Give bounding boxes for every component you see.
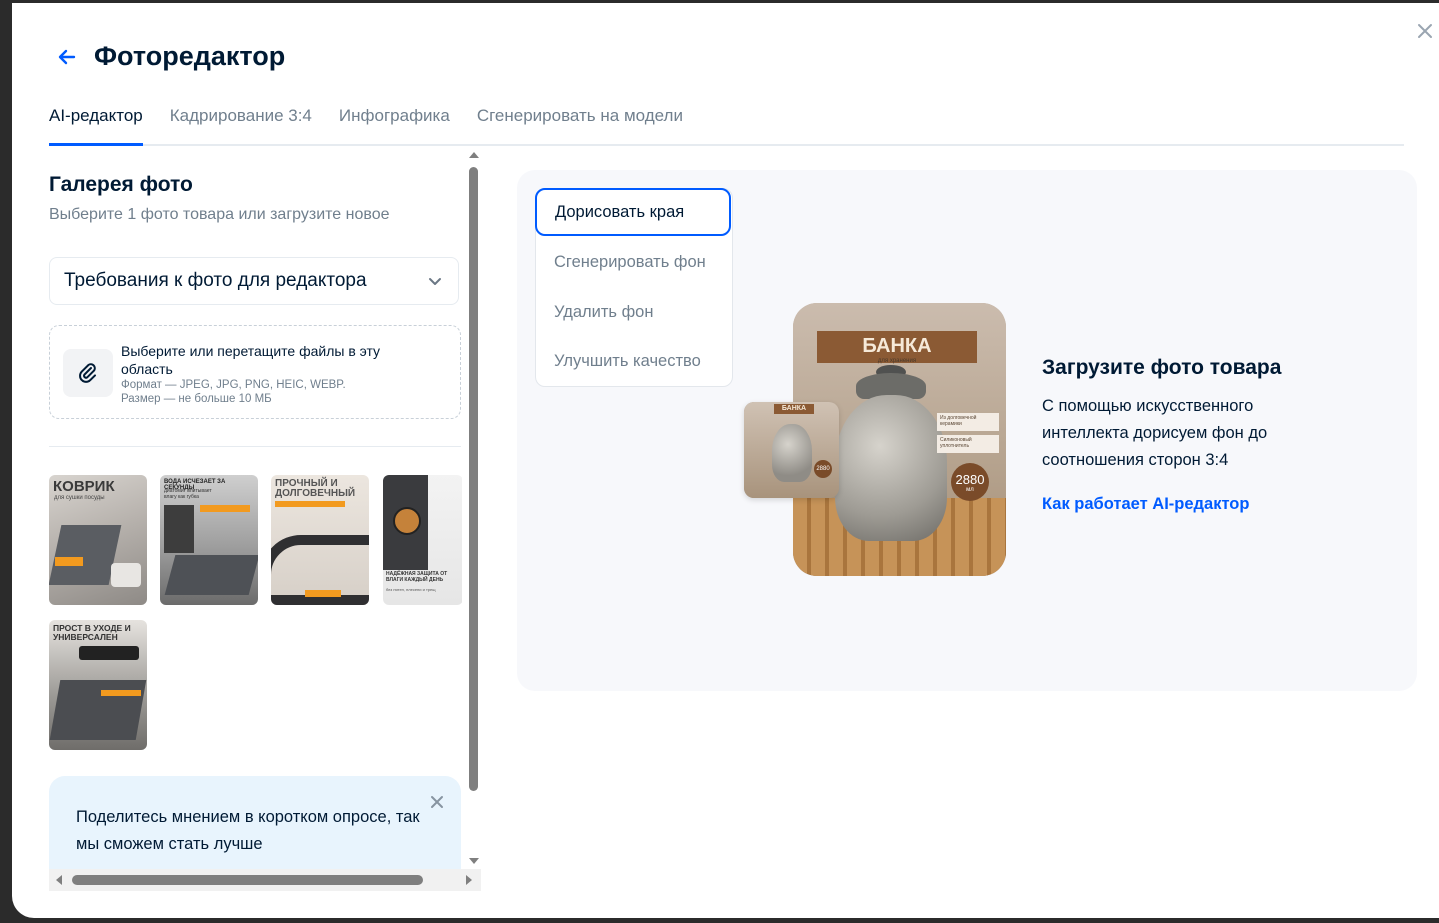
badge-value: 2880 bbox=[955, 472, 985, 487]
gallery-thumbnail[interactable]: ПРОСТ В УХОДЕ И УНИВЕРСАЛЕН bbox=[49, 620, 147, 750]
hand-image bbox=[111, 563, 141, 587]
tab-ai-editor[interactable]: AI-редактор bbox=[49, 104, 143, 146]
volume-badge: 2880 мл bbox=[951, 463, 989, 501]
survey-text: Поделитесь мнением в коротком опросе, та… bbox=[76, 808, 420, 853]
paperclip-icon bbox=[79, 363, 96, 383]
appliance-image bbox=[164, 505, 194, 553]
cup-image bbox=[393, 507, 421, 535]
thumbnail-badge bbox=[55, 557, 83, 566]
thumbnail-badge bbox=[305, 590, 341, 597]
gallery-title: Галерея фото bbox=[49, 173, 193, 196]
upload-icon-box bbox=[63, 349, 113, 397]
tab-infographics[interactable]: Инфографика bbox=[339, 104, 450, 142]
editor-tabs: AI-редактор Кадрирование 3:4 Инфографика… bbox=[49, 104, 1404, 146]
close-icon[interactable] bbox=[1415, 21, 1435, 41]
thumbnail-badge bbox=[101, 690, 141, 696]
thumbnail-badge bbox=[275, 501, 345, 507]
back-arrow-icon[interactable] bbox=[56, 46, 78, 68]
edit-mode-menu: Дорисовать края Сгенерировать фон Удалит… bbox=[535, 188, 733, 387]
tab-generate-on-model[interactable]: Сгенерировать на модели bbox=[477, 104, 683, 142]
scroll-right-icon[interactable] bbox=[463, 869, 475, 891]
drop-zone-hint: Формат — JPEG, JPG, PNG, HEIC, WEBP. Раз… bbox=[121, 378, 346, 406]
product-title: БАНКА bbox=[774, 404, 814, 414]
vertical-scrollbar[interactable] bbox=[466, 149, 482, 867]
appliance-image bbox=[79, 646, 139, 660]
upload-info-title: Загрузите фото товара bbox=[1042, 356, 1282, 379]
feature-label: Из долговечной керамики bbox=[937, 413, 999, 431]
thumbnail-subcaption: для сушки посуды bbox=[54, 495, 105, 501]
thumbnail-subcaption: без пятен, плесени и трещ bbox=[386, 587, 436, 592]
file-drop-zone[interactable]: Выберите или перетащите файлы в эту обла… bbox=[49, 325, 461, 419]
scroll-up-icon[interactable] bbox=[466, 149, 482, 161]
badge-value: 2880 bbox=[814, 460, 832, 478]
gallery-panel: Галерея фото Выберите 1 фото товара или … bbox=[49, 155, 462, 890]
mat-image bbox=[164, 555, 258, 595]
thumbnail-subcaption: диатомит впитывает влагу как губка bbox=[164, 488, 212, 500]
photo-editor-modal: Фоторедактор AI-редактор Кадрирование 3:… bbox=[12, 3, 1439, 918]
thumbnail-caption: НАДЁЖНАЯ ЗАЩИТА ОТ ВЛАГИ КАЖДЫЙ ДЕНЬ bbox=[386, 571, 448, 583]
gallery-thumbnail[interactable]: КОВРИК для сушки посуды bbox=[49, 475, 147, 605]
jar-body bbox=[772, 424, 812, 482]
format-hint: Формат — JPEG, JPG, PNG, HEIC, WEBP. bbox=[121, 379, 346, 391]
scroll-left-icon[interactable] bbox=[53, 869, 65, 891]
badge-unit: мл bbox=[966, 487, 974, 493]
thumbnail-caption: ПРОСТ В УХОДЕ И УНИВЕРСАЛЕН bbox=[53, 623, 131, 642]
example-source-image: БАНКА 2880 bbox=[744, 402, 839, 498]
drop-zone-text: Выберите или перетащите файлы в эту обла… bbox=[121, 343, 381, 377]
tab-crop[interactable]: Кадрирование 3:4 bbox=[170, 104, 312, 142]
editor-panel: Дорисовать края Сгенерировать фон Удалит… bbox=[517, 170, 1417, 691]
thumbnail-badge bbox=[200, 505, 250, 512]
feature-label: Силиконовый уплотнитель bbox=[937, 435, 999, 453]
mode-improve-quality[interactable]: Улучшить качество bbox=[536, 337, 732, 385]
mode-remove-background[interactable]: Удалить фон bbox=[536, 288, 732, 336]
thumbnail-caption: КОВРИК bbox=[53, 478, 115, 495]
modal-header: Фоторедактор bbox=[56, 41, 285, 72]
product-subtitle: для хранения bbox=[877, 358, 917, 364]
gallery-thumbnail[interactable]: ПРОЧНЫЙ И ДОЛГОВЕЧНЫЙ bbox=[271, 475, 369, 605]
size-hint: Размер — не больше 10 МБ bbox=[121, 393, 272, 405]
mat-image bbox=[49, 680, 147, 740]
mode-generate-background[interactable]: Сгенерировать фон bbox=[536, 238, 732, 286]
gallery-subtitle: Выберите 1 фото товара или загрузите нов… bbox=[49, 206, 390, 223]
gallery-thumbnail[interactable]: ВОДА ИСЧЕЗАЕТ ЗА СЕКУНДЫ диатомит впитыв… bbox=[160, 475, 258, 605]
mode-extend-edges[interactable]: Дорисовать края bbox=[535, 188, 731, 236]
how-it-works-link[interactable]: Как работает AI-редактор bbox=[1042, 495, 1249, 514]
thumbnail-caption: ПРОЧНЫЙ И ДОЛГОВЕЧНЫЙ bbox=[275, 478, 356, 499]
requirements-label: Требования к фото для редактора bbox=[64, 270, 367, 291]
product-title: БАНКА bbox=[862, 335, 932, 357]
close-icon[interactable] bbox=[429, 794, 445, 810]
gallery-thumbnail[interactable]: НАДЁЖНАЯ ЗАЩИТА ОТ ВЛАГИ КАЖДЫЙ ДЕНЬ без… bbox=[383, 475, 462, 605]
photo-requirements-dropdown[interactable]: Требования к фото для редактора bbox=[49, 257, 459, 305]
horizontal-scroll-thumb[interactable] bbox=[72, 875, 423, 885]
page-title: Фоторедактор bbox=[94, 41, 286, 71]
scroll-down-icon[interactable] bbox=[466, 855, 482, 867]
horizontal-scrollbar[interactable] bbox=[49, 869, 481, 891]
upload-info-text: С помощью искусственного интеллекта дори… bbox=[1042, 397, 1268, 469]
vertical-scroll-thumb[interactable] bbox=[469, 167, 478, 791]
divider bbox=[49, 446, 461, 447]
chevron-down-icon bbox=[429, 278, 441, 285]
jar-body bbox=[835, 395, 947, 541]
